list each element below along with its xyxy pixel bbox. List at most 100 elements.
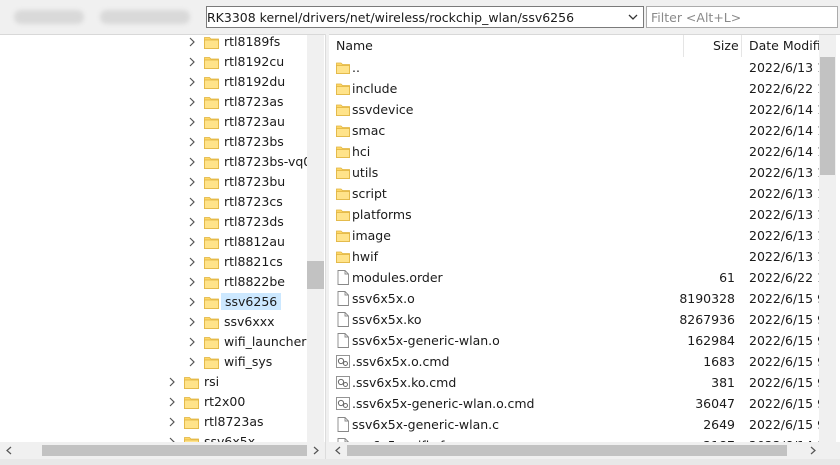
tree-item[interactable]: rsi [0,372,305,392]
tree-item[interactable]: rtl8822be [0,272,305,292]
tree-item[interactable]: rtl8723ds [0,212,305,232]
tree-item[interactable]: wifi_sys [0,352,305,372]
file-row[interactable]: script 2022/6/13 1 [329,183,825,204]
tree-item[interactable]: wifi_launcher [0,332,307,352]
file-date: 2022/6/15 9 [749,312,826,327]
redacted-text [100,10,190,24]
tree-item[interactable]: rtl8812au [0,232,305,252]
tree-item[interactable]: rtl8723bs-vq0 [0,152,311,172]
tree-item[interactable]: ssv6256 [0,292,305,312]
file-row[interactable]: modules.order 61 2022/6/22 1 [329,267,825,288]
tree-item[interactable]: rtl8723bs [0,132,305,152]
filter-input[interactable]: Filter <Alt+L> [646,6,838,28]
expand-arrow-icon[interactable] [186,275,198,289]
expand-arrow-icon[interactable] [186,295,198,309]
file-row[interactable]: .ssv6x5x-generic-wlan.o.cmd 36047 2022/6/1… [329,393,825,414]
list-horizontal-scrollbar[interactable] [329,442,840,459]
file-list[interactable]: Name Size Date Modifi .. 2022/6/13 1 inclu… [329,34,840,442]
file-row[interactable]: smac 2022/6/14 1 [329,120,825,141]
file-date: 2022/6/14 1 [749,144,826,159]
list-hscroll-thumb[interactable] [347,445,787,456]
expand-arrow-icon[interactable] [166,435,178,442]
tree-item[interactable]: rt2x00 [0,392,305,412]
tree-hscroll-thumb[interactable] [42,445,307,456]
file-row[interactable]: ssv6x5x.o 8190328 2022/6/15 9 [329,288,825,309]
tree-item[interactable]: ssv6x5x [0,432,305,442]
scroll-right-icon[interactable] [807,445,819,456]
expand-arrow-icon[interactable] [166,395,178,409]
expand-arrow-icon[interactable] [186,195,198,209]
file-row[interactable]: ssvdevice 2022/6/14 1 [329,99,825,120]
folder-icon [204,95,219,109]
path-combobox[interactable]: RK3308 kernel/drivers/net/wireless/rockc… [206,6,644,28]
tree-item[interactable]: rtl8723as [0,92,305,112]
column-divider[interactable] [741,35,742,57]
tree-item-label: rsi [204,374,220,389]
expand-arrow-icon[interactable] [186,75,198,89]
tree-horizontal-scrollbar[interactable] [0,442,325,459]
file-row[interactable]: hwif 2022/6/13 1 [329,246,825,267]
expand-arrow-icon[interactable] [186,135,198,149]
tree-item[interactable]: rtl8723as [0,412,305,432]
folder-tree[interactable]: rtl8189fs rtl8192cu rtl8192du rtl8723as rtl8… [0,34,325,442]
scroll-right-icon[interactable] [310,445,322,456]
file-row[interactable]: image 2022/6/13 1 [329,225,825,246]
file-row[interactable]: platforms 2022/6/13 1 [329,204,825,225]
folder-icon [204,235,219,249]
expand-arrow-icon[interactable] [186,175,198,189]
column-header-date[interactable]: Date Modifi [749,35,821,57]
chevron-down-icon[interactable] [625,10,641,24]
file-row[interactable]: include 2022/6/22 1 [329,78,825,99]
file-row[interactable]: .ssv6x5x.o.cmd 1683 2022/6/15 9 [329,351,825,372]
expand-arrow-icon[interactable] [186,35,198,49]
tree-item[interactable]: ssv6xxx [0,312,305,332]
tree-vertical-scrollbar[interactable] [307,35,324,442]
scroll-left-icon[interactable] [3,445,15,456]
file-row[interactable]: hci 2022/6/14 1 [329,141,825,162]
expand-arrow-icon[interactable] [166,415,178,429]
folder-icon [204,115,219,129]
expand-arrow-icon[interactable] [186,155,198,169]
tree-item[interactable]: rtl8723cs [0,192,305,212]
expand-arrow-icon[interactable] [186,235,198,249]
tree-item[interactable]: rtl8821cs [0,252,305,272]
file-row[interactable]: ssv6x5x-generic-wlan.c 2649 2022/6/15 9 [329,414,825,435]
tree-item[interactable]: rtl8723au [0,112,305,132]
file-date: 2022/6/13 1 [749,186,826,201]
tree-item[interactable]: rtl8192du [0,72,305,92]
file-row[interactable]: .ssv6x5x.ko.cmd 381 2022/6/15 9 [329,372,825,393]
expand-arrow-icon[interactable] [166,375,178,389]
expand-arrow-icon[interactable] [186,115,198,129]
expand-arrow-icon[interactable] [186,95,198,109]
scroll-left-icon[interactable] [332,445,344,456]
tree-item-label: wifi_launcher [224,334,307,349]
file-date: 2022/6/15 9 [749,291,826,306]
column-header-name[interactable]: Name [336,35,373,57]
file-date: 2022/6/13 1 [749,60,826,75]
folder-icon [184,375,199,389]
column-divider[interactable] [683,35,684,57]
tree-item[interactable]: rtl8189fs [0,35,305,52]
tree-item-label: rtl8192du [224,74,286,89]
tree-item[interactable]: rtl8192cu [0,52,305,72]
expand-arrow-icon[interactable] [186,255,198,269]
file-row[interactable]: .. 2022/6/13 1 [329,57,825,78]
file-row[interactable]: utils 2022/6/13 1 [329,162,825,183]
expand-arrow-icon[interactable] [186,315,198,329]
folder-icon [336,102,350,117]
file-row[interactable]: ssv6x5x-wifi.cfg21872022/6/14 1 [329,435,825,442]
column-header-size[interactable]: Size [713,35,739,57]
folder-icon [204,155,219,169]
list-scroll-thumb[interactable] [820,57,835,175]
tree-scroll-thumb[interactable] [307,261,324,289]
expand-arrow-icon[interactable] [186,335,198,349]
tree-item[interactable]: rtl8723bu [0,172,305,192]
file-date: 2022/6/15 9 [749,396,826,411]
expand-arrow-icon[interactable] [186,355,198,369]
tree-item-label: rtl8723cs [224,194,283,209]
expand-arrow-icon[interactable] [186,215,198,229]
file-row[interactable]: ssv6x5x.ko 8267936 2022/6/15 9 [329,309,825,330]
config-file-icon [336,375,350,390]
expand-arrow-icon[interactable] [186,55,198,69]
file-row[interactable]: ssv6x5x-generic-wlan.o 162984 2022/6/15 9 [329,330,825,351]
